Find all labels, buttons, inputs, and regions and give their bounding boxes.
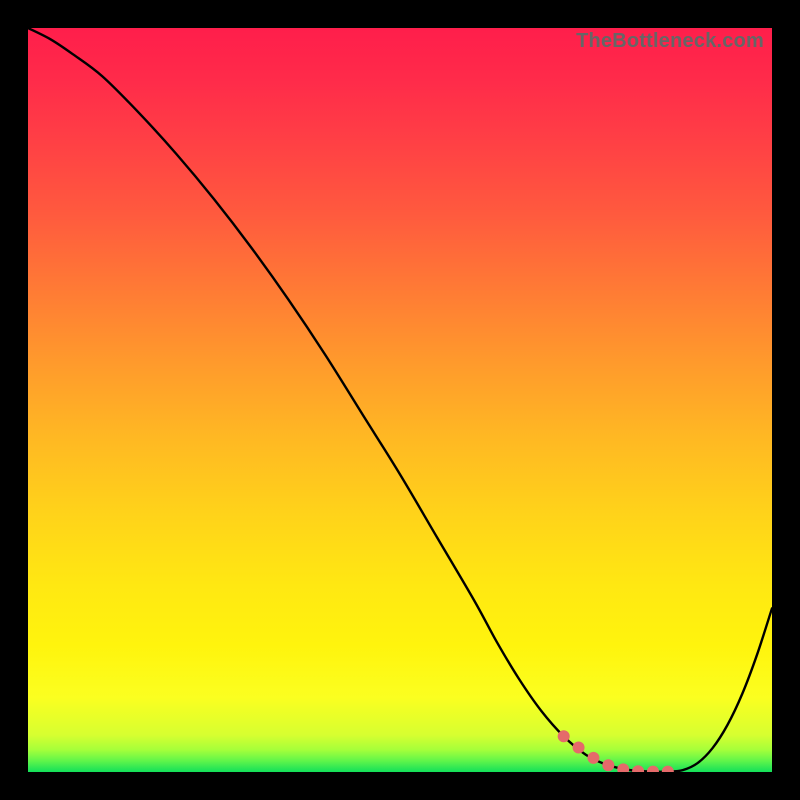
optimal-marker <box>558 730 570 742</box>
chart-frame: TheBottleneck.com <box>0 0 800 800</box>
optimal-zone-markers <box>28 28 772 772</box>
optimal-marker <box>662 766 674 772</box>
optimal-marker <box>573 741 585 753</box>
optimal-marker <box>647 766 659 772</box>
optimal-marker <box>587 752 599 764</box>
optimal-marker <box>617 763 629 772</box>
plot-area: TheBottleneck.com <box>28 28 772 772</box>
optimal-marker <box>632 765 644 772</box>
watermark-text: TheBottleneck.com <box>576 30 764 53</box>
optimal-marker <box>602 759 614 771</box>
